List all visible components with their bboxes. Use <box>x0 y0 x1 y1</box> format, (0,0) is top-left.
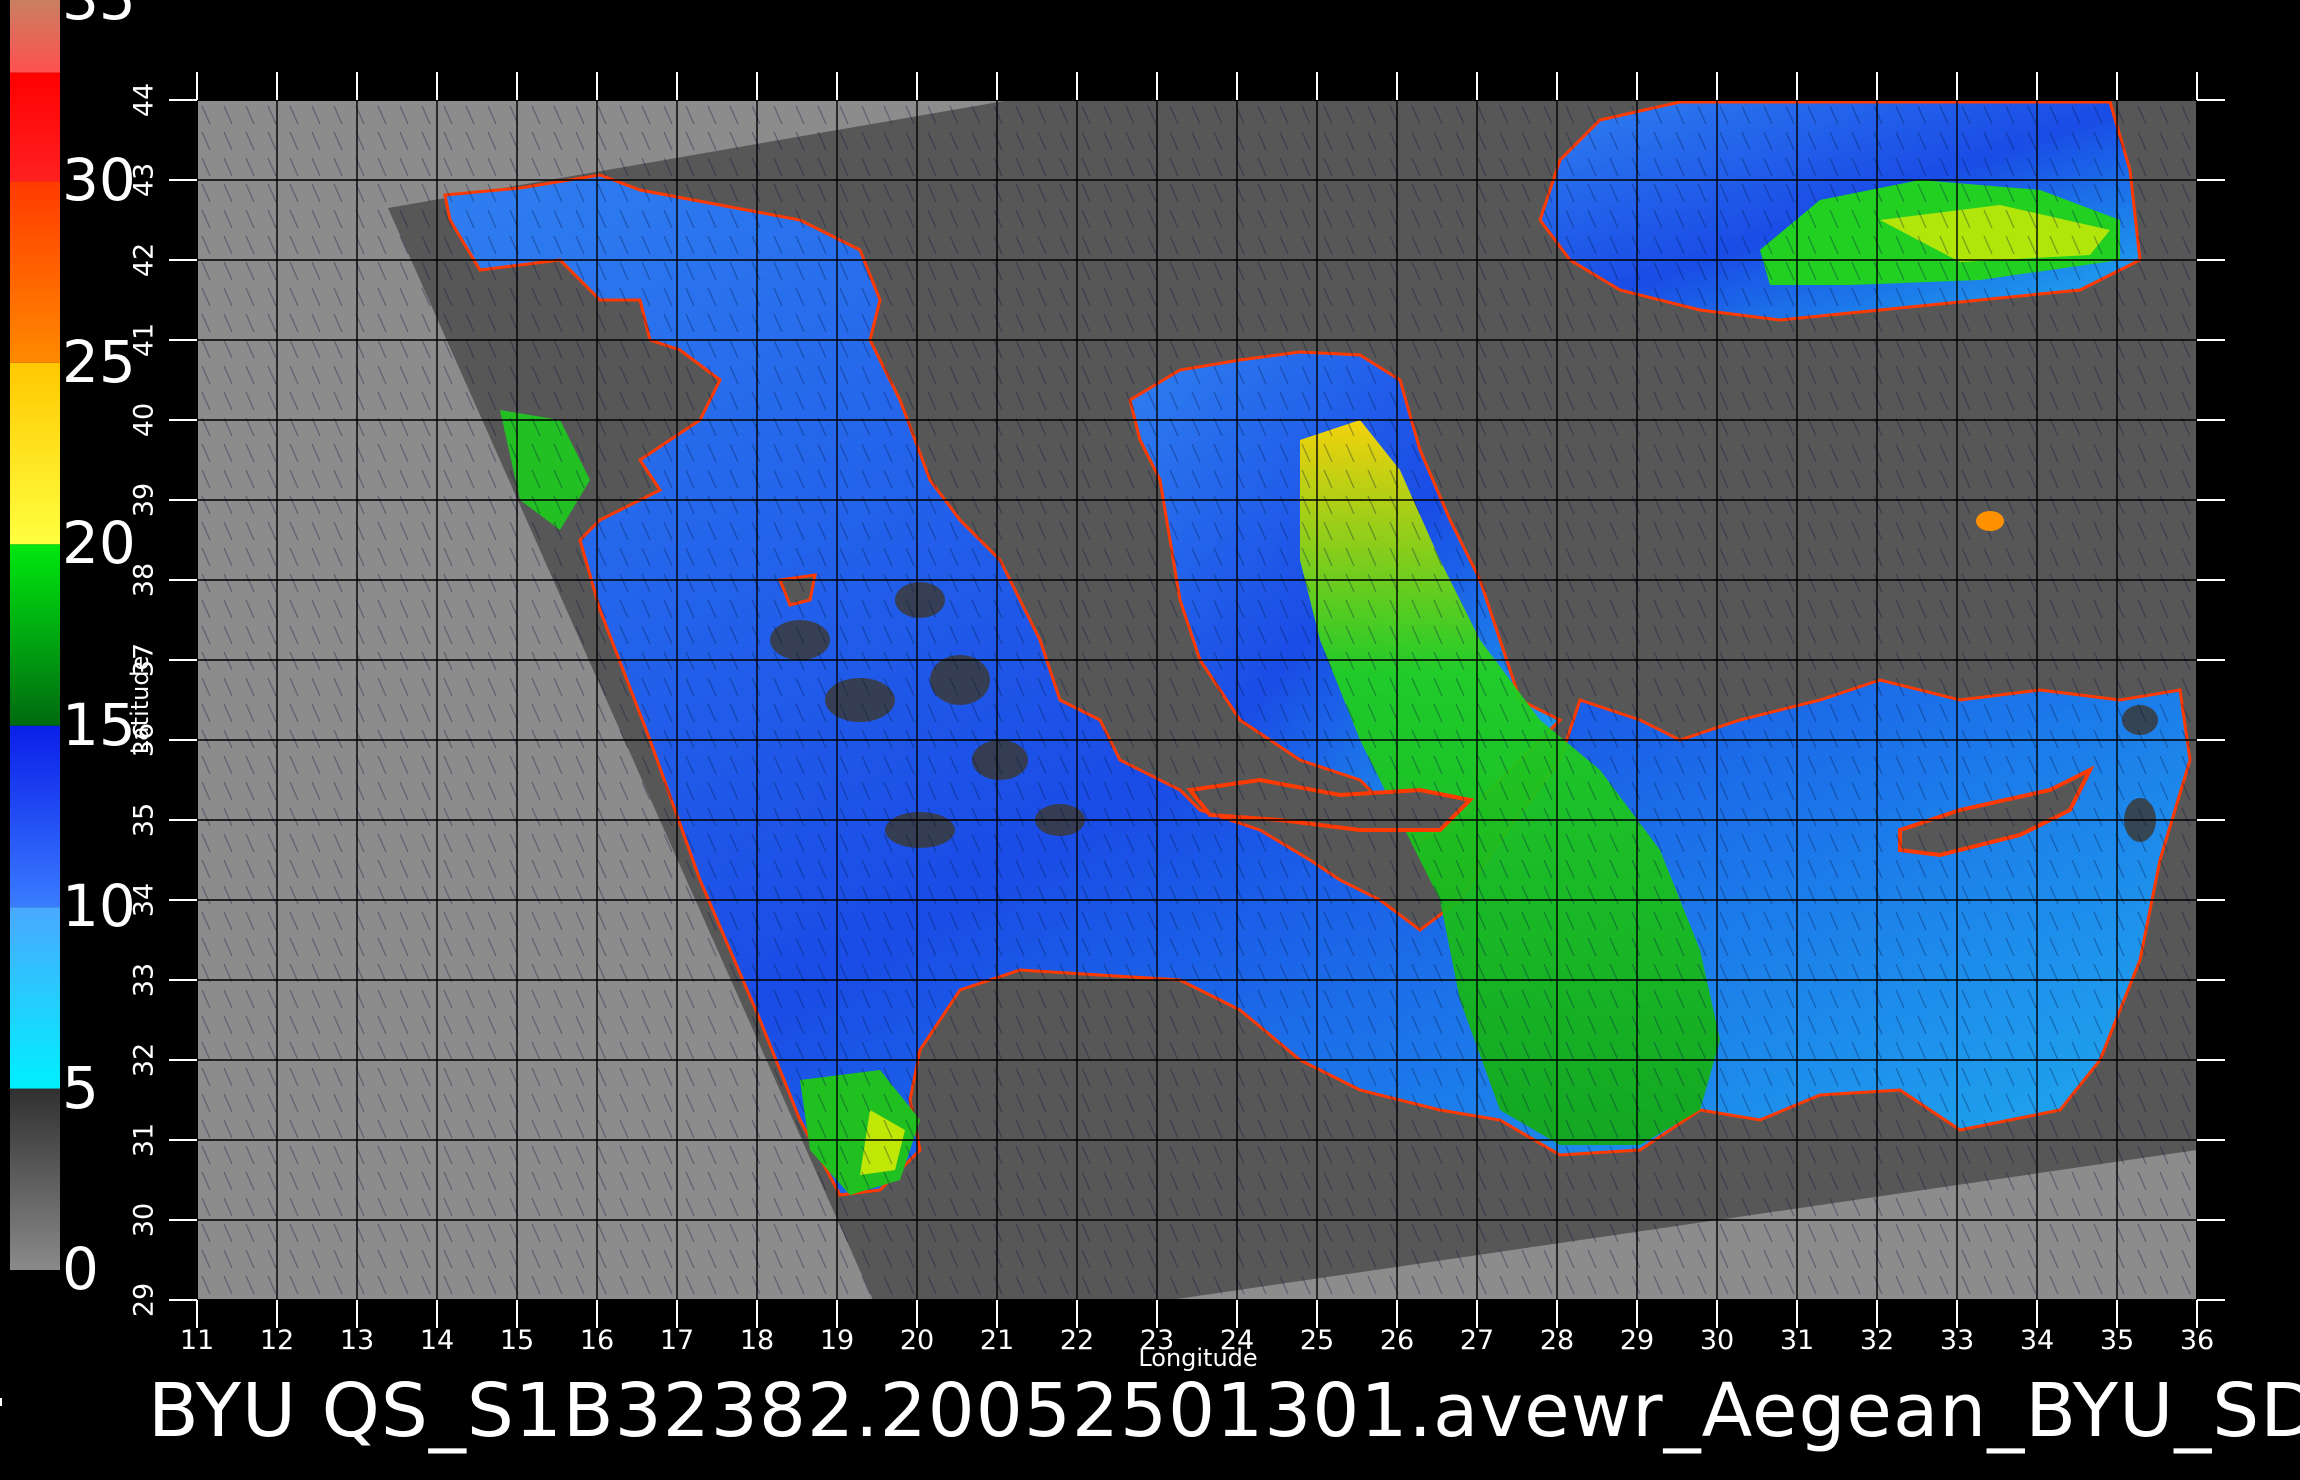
lat-tick-label: 42 <box>128 242 160 278</box>
lon-tick-label: 28 <box>1539 1325 1575 1356</box>
lat-tick-label: 43 <box>128 162 160 198</box>
colorbar-label: 15 <box>62 690 136 759</box>
lon-tick-label: 15 <box>499 1325 535 1356</box>
lon-tick-label: 14 <box>419 1325 455 1356</box>
lon-tick-label: 33 <box>1939 1325 1975 1356</box>
lat-tick-label: 32 <box>128 1042 160 1078</box>
lon-tick-label: 35 <box>2099 1325 2135 1356</box>
lon-tick-label: 29 <box>1619 1325 1655 1356</box>
lat-tick-label: 38 <box>128 562 160 598</box>
colorbar-segment <box>10 0 60 73</box>
lat-tick-label: 29 <box>128 1282 160 1318</box>
colorbar-label: 35 <box>62 0 136 28</box>
lon-tick-label: 12 <box>259 1325 295 1356</box>
colorbar-label: 20 <box>62 509 136 578</box>
image-caption: BYU QS_S1B32382.20052501301.avewr_Aegean… <box>148 1368 2300 1454</box>
lon-tick-label: 32 <box>1859 1325 1895 1356</box>
colorbar-label: 25 <box>62 327 136 396</box>
colorbar-segment <box>10 725 60 908</box>
lon-tick-label: 31 <box>1779 1325 1815 1356</box>
wind-speed-map <box>10 0 2225 1328</box>
lon-tick-label: 16 <box>579 1325 615 1356</box>
y-axis-label: Latitude <box>126 655 154 755</box>
lon-tick-label: 18 <box>739 1325 775 1356</box>
lon-tick-label: 27 <box>1459 1325 1495 1356</box>
lat-tick-label: 33 <box>128 962 160 998</box>
lon-tick-label: 26 <box>1379 1325 1415 1356</box>
lon-tick-label: 36 <box>2179 1325 2215 1356</box>
lat-tick-label: 31 <box>128 1122 160 1158</box>
colorbar-label: 10 <box>62 872 136 941</box>
lat-tick-label: 41 <box>128 322 160 358</box>
lat-tick-label: 30 <box>128 1202 160 1238</box>
lon-tick-label: 17 <box>659 1325 695 1356</box>
lat-tick-label: 40 <box>128 402 160 438</box>
lat-tick-label: 44 <box>128 82 160 118</box>
colorbar-segment <box>10 907 60 1089</box>
colorbar-label: 0 <box>62 1235 99 1303</box>
lon-tick-label: 22 <box>1059 1325 1095 1356</box>
lat-tick-label: 35 <box>128 802 160 838</box>
colorbar-segment <box>10 181 60 363</box>
lon-tick-label: 13 <box>339 1325 375 1356</box>
colorbar-segment <box>10 72 60 182</box>
lat-tick-label: 39 <box>128 482 160 518</box>
lon-tick-label: 11 <box>179 1325 215 1356</box>
lon-tick-label: 19 <box>819 1325 855 1356</box>
lon-tick-label: 34 <box>2019 1325 2055 1356</box>
colorbar-segment <box>10 544 60 726</box>
lon-tick-label: 20 <box>899 1325 935 1356</box>
colorbar-label: 5 <box>62 1053 99 1122</box>
colorbar-segment <box>10 362 60 545</box>
lon-tick-label: 25 <box>1299 1325 1335 1356</box>
orange-speck <box>1976 511 2004 531</box>
colorbar <box>10 0 60 1270</box>
lon-tick-label: 21 <box>979 1325 1015 1356</box>
lon-tick-label: 30 <box>1699 1325 1735 1356</box>
colorbar-segment <box>10 1088 60 1270</box>
colorbar-label: 30 <box>62 146 136 215</box>
edge-marker <box>0 1398 2 1406</box>
lat-tick-label: 34 <box>128 882 160 918</box>
